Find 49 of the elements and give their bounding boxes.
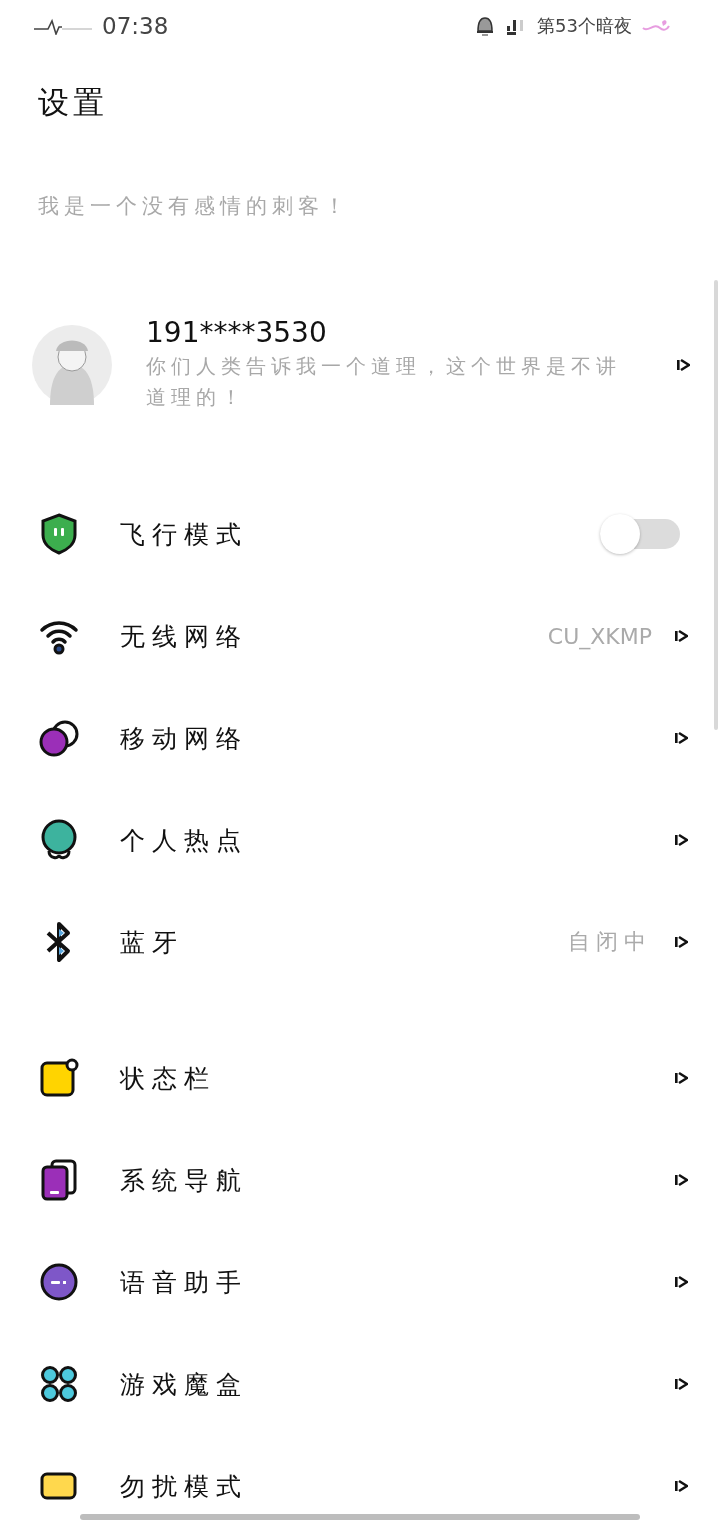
- row-label: 语音助手: [120, 1266, 248, 1299]
- hotspot-icon: [39, 819, 79, 861]
- page-title: 设置: [38, 83, 109, 122]
- row-value: CU_XKMP: [547, 623, 652, 649]
- motto-text: 我是一个没有感情的刺客！: [38, 193, 351, 220]
- chevron-icon: [674, 1377, 688, 1391]
- clock-time: 07:38: [102, 13, 169, 39]
- settings-row[interactable]: 系统导航: [0, 1129, 720, 1231]
- row-label: 蓝牙: [120, 926, 184, 959]
- minus-circle-icon: [39, 1262, 79, 1302]
- four-dots-icon: [39, 1364, 79, 1404]
- settings-row[interactable]: 移动网络: [0, 687, 720, 789]
- bell-icon: [475, 15, 496, 37]
- chevron-icon: [676, 357, 690, 372]
- circles-icon: [38, 718, 80, 758]
- chevron-icon: [674, 833, 688, 847]
- settings-row[interactable]: 飞行模式: [0, 483, 720, 585]
- row-label: 状态栏: [120, 1062, 216, 1095]
- row-label: 个人热点: [120, 824, 248, 857]
- settings-row[interactable]: 游戏魔盒: [0, 1333, 720, 1435]
- chevron-icon: [674, 1173, 688, 1187]
- settings-row[interactable]: 勿扰模式: [0, 1435, 720, 1520]
- settings-row[interactable]: 个人热点: [0, 789, 720, 891]
- row-label: 移动网络: [120, 722, 248, 755]
- shield-icon: [40, 513, 78, 555]
- row-label: 无线网络: [120, 620, 248, 653]
- avatar[interactable]: [32, 324, 112, 405]
- carrier-text: 第53个暗夜: [537, 14, 632, 38]
- settings-row[interactable]: 语音助手: [0, 1231, 720, 1333]
- row-label: 系统导航: [120, 1164, 248, 1197]
- row-label: 飞行模式: [120, 518, 248, 551]
- settings-row[interactable]: 状态栏: [0, 1027, 720, 1129]
- settings-row[interactable]: 无线网络 CU_XKMP: [0, 585, 720, 687]
- chevron-icon: [674, 935, 688, 949]
- square-icon: [39, 1058, 79, 1098]
- row-value: 自闭中: [568, 928, 652, 956]
- row-label: 游戏魔盒: [120, 1368, 248, 1401]
- signature-text: 你们人类告诉我一个道理，这个世界是不讲道理的！: [146, 353, 622, 411]
- settings-row[interactable]: 蓝牙 自闭中: [0, 891, 720, 993]
- chevron-icon: [674, 1275, 688, 1289]
- chevron-icon: [674, 731, 688, 745]
- phone-cards-icon: [39, 1159, 79, 1201]
- phone-number: 191****3530: [146, 316, 328, 349]
- chevron-icon: [674, 1071, 688, 1085]
- flourish-icon: [642, 18, 670, 34]
- pulse-icon: [34, 17, 92, 35]
- row-label: 勿扰模式: [120, 1470, 248, 1503]
- chevron-icon: [674, 629, 688, 643]
- chevron-icon: [674, 1479, 688, 1493]
